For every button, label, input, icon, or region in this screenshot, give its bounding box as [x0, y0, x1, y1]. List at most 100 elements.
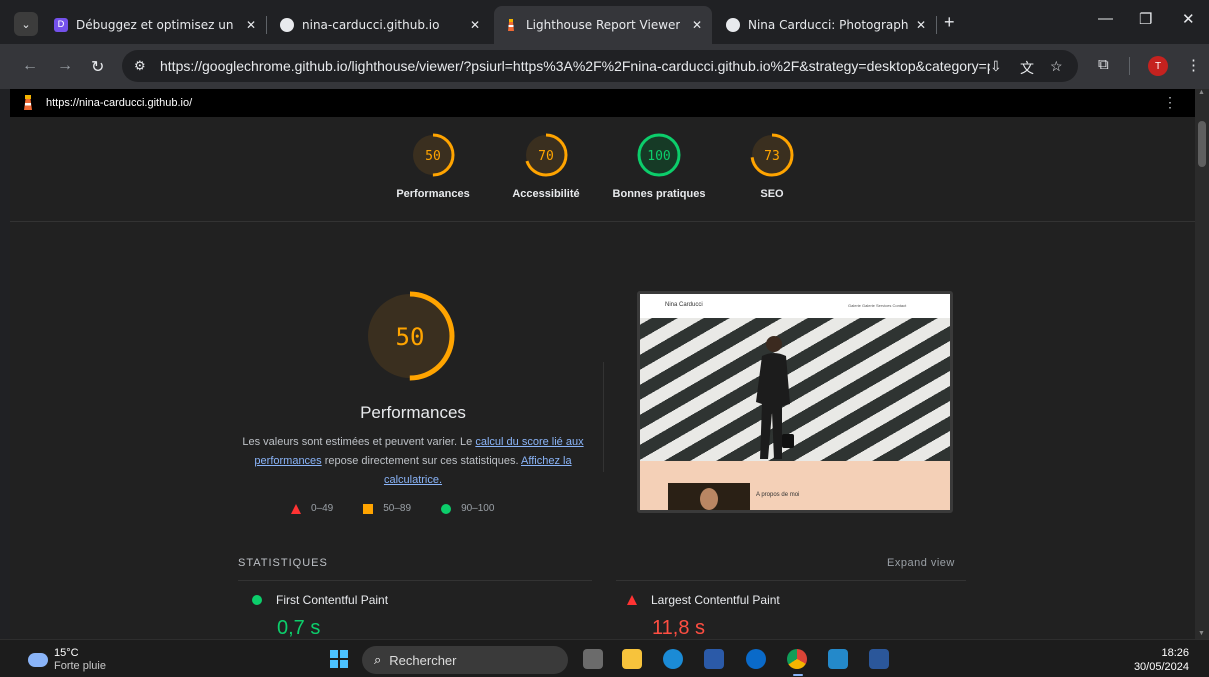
windows-taskbar: 15°C Forte pluie ⌕ Rechercher 18:26 30/0… [0, 639, 1209, 677]
restore-icon[interactable]: ❐ [1139, 10, 1152, 28]
square-icon [363, 503, 374, 514]
category-scores: 50 Performances 70 Accessibilité 100 Bon… [10, 117, 1195, 222]
extensions-icon[interactable]: ⧉ [1098, 56, 1109, 73]
tab-search-button[interactable]: ⌄ [14, 12, 38, 36]
gauge-best-practices[interactable]: 100 Bonnes pratiques [599, 130, 719, 200]
site-settings-icon[interactable]: ⚙ [134, 58, 152, 74]
toolbar-divider [1129, 57, 1130, 75]
gauge-performance[interactable]: 50 Performances [373, 130, 493, 200]
metric-name: Largest Contentful Paint [651, 593, 780, 607]
legend-label: 90–100 [461, 503, 495, 514]
gauge-label: Bonnes pratiques [612, 188, 706, 200]
score-gauge: 70 [524, 133, 568, 177]
lighthouse-icon [504, 18, 518, 32]
reload-icon[interactable]: ↻ [91, 57, 104, 77]
bookmark-star-icon[interactable]: ☆ [1050, 58, 1063, 75]
report-topbar: https://nina-carducci.github.io/ ⋮ [10, 89, 1195, 117]
report-url[interactable]: https://nina-carducci.github.io/ [46, 97, 192, 109]
dell-icon[interactable] [746, 649, 766, 669]
gauge-label: Performances [396, 188, 470, 200]
gauge-score: 50 [425, 149, 441, 164]
portrait-face [700, 488, 718, 510]
metric-name: First Contentful Paint [276, 593, 389, 607]
file-explorer-icon[interactable] [622, 649, 642, 669]
tab-title: nina-carducci.github.io [302, 18, 440, 32]
clock-date: 30/05/2024 [1133, 661, 1189, 673]
performance-main-gauge: 50 [365, 291, 455, 381]
page-scrollbar[interactable]: ▲ ▼ [1195, 89, 1209, 639]
final-screenshot[interactable]: Nina Carducci Galerie Galerie Services C… [637, 291, 953, 513]
screenshot-about-section: A propos de moi [640, 461, 950, 510]
metric-lcp: Largest Contentful Paint 11,8 s [627, 593, 780, 639]
translate-icon[interactable]: 文 [1020, 58, 1034, 78]
scroll-down-icon[interactable]: ▼ [1198, 630, 1205, 637]
score-gauge: 50 [411, 133, 455, 177]
new-tab-button[interactable]: + [944, 12, 955, 33]
windows-start-icon[interactable] [330, 650, 348, 668]
gauge-score: 70 [538, 149, 554, 164]
scroll-thumb[interactable] [1198, 121, 1206, 167]
screenshot-header: Nina Carducci Galerie Galerie Services C… [640, 294, 950, 318]
weather-desc: Forte pluie [54, 660, 106, 672]
gauge-accessibility[interactable]: 70 Accessibilité [486, 130, 606, 200]
store-icon[interactable] [704, 649, 724, 669]
tab-lighthouse-viewer[interactable]: Lighthouse Report Viewer ✕ [494, 6, 712, 44]
report-content: 50 Performances 70 Accessibilité 100 Bon… [10, 117, 1195, 639]
browser-menu-icon[interactable]: ⋮ [1186, 56, 1201, 74]
word-icon[interactable] [869, 649, 889, 669]
window-close-icon[interactable]: ✕ [1182, 10, 1195, 28]
legend-pass: 90–100 [441, 503, 494, 514]
tab-strip: ⌄ D Débuggez et optimisez un site ✕ nina… [0, 0, 1209, 44]
task-view-icon[interactable] [583, 649, 603, 669]
pass-circle-icon [252, 595, 262, 605]
metric-divider [616, 580, 966, 581]
fail-triangle-icon [627, 595, 637, 605]
main-score: 50 [396, 323, 425, 351]
close-icon[interactable]: ✕ [916, 18, 926, 32]
gauge-score: 100 [647, 149, 670, 164]
close-icon[interactable]: ✕ [470, 18, 480, 32]
gauge-seo[interactable]: 73 SEO [712, 130, 832, 200]
weather-temp: 15°C [54, 647, 79, 659]
report-menu-icon[interactable]: ⋮ [1163, 94, 1177, 111]
tab-openclassrooms[interactable]: D Débuggez et optimisez un site ✕ [44, 6, 266, 44]
legend-average: 50–89 [363, 503, 411, 514]
minimize-icon[interactable]: — [1098, 10, 1113, 27]
back-icon[interactable]: ← [22, 57, 38, 75]
scroll-up-icon[interactable]: ▲ [1198, 89, 1205, 96]
close-icon[interactable]: ✕ [692, 18, 702, 32]
globe-icon [726, 18, 740, 32]
legend-fail: 0–49 [291, 503, 333, 514]
globe-icon [280, 18, 294, 32]
system-clock[interactable]: 18:26 30/05/2024 [1134, 646, 1189, 674]
gauge-label: Accessibilité [512, 188, 580, 200]
desc-text: repose directement sur ces statistiques. [321, 455, 522, 467]
close-icon[interactable]: ✕ [246, 18, 256, 32]
address-bar[interactable]: ⚙ https://googlechrome.github.io/lightho… [122, 50, 1078, 82]
taskbar-search[interactable]: ⌕ Rechercher [362, 646, 568, 674]
profile-avatar[interactable]: T [1148, 56, 1168, 76]
score-legend: 0–49 50–89 90–100 [291, 503, 494, 514]
vscode-icon[interactable] [828, 649, 848, 669]
forward-icon[interactable]: → [57, 57, 73, 75]
section-divider [603, 362, 604, 472]
performance-summary: Performances Les valeurs sont estimées e… [238, 389, 588, 490]
search-icon: ⌕ [374, 652, 382, 667]
score-gauge: 100 [637, 133, 681, 177]
screenshot-portrait [668, 483, 750, 510]
expand-view-toggle[interactable]: Expand view [887, 557, 955, 569]
install-app-icon[interactable]: ⇩ [990, 58, 1002, 75]
tab-title: Débuggez et optimisez un site [76, 18, 236, 32]
edge-icon[interactable] [663, 649, 683, 669]
tab-nina-photographe[interactable]: Nina Carducci: Photographe à B ✕ [716, 6, 936, 44]
tab-nina-github[interactable]: nina-carducci.github.io ✕ [270, 6, 490, 44]
metric-fcp: First Contentful Paint 0,7 s [252, 593, 388, 639]
metric-divider [238, 580, 592, 581]
address-url[interactable]: https://googlechrome.github.io/lighthous… [160, 58, 990, 74]
rain-cloud-icon [28, 653, 48, 667]
legend-label: 0–49 [311, 503, 334, 514]
weather-widget[interactable]: 15°C Forte pluie [28, 647, 106, 673]
chrome-icon[interactable] [787, 649, 807, 669]
tab-title: Nina Carducci: Photographe à B [748, 18, 908, 32]
lighthouse-logo-icon [24, 95, 32, 110]
